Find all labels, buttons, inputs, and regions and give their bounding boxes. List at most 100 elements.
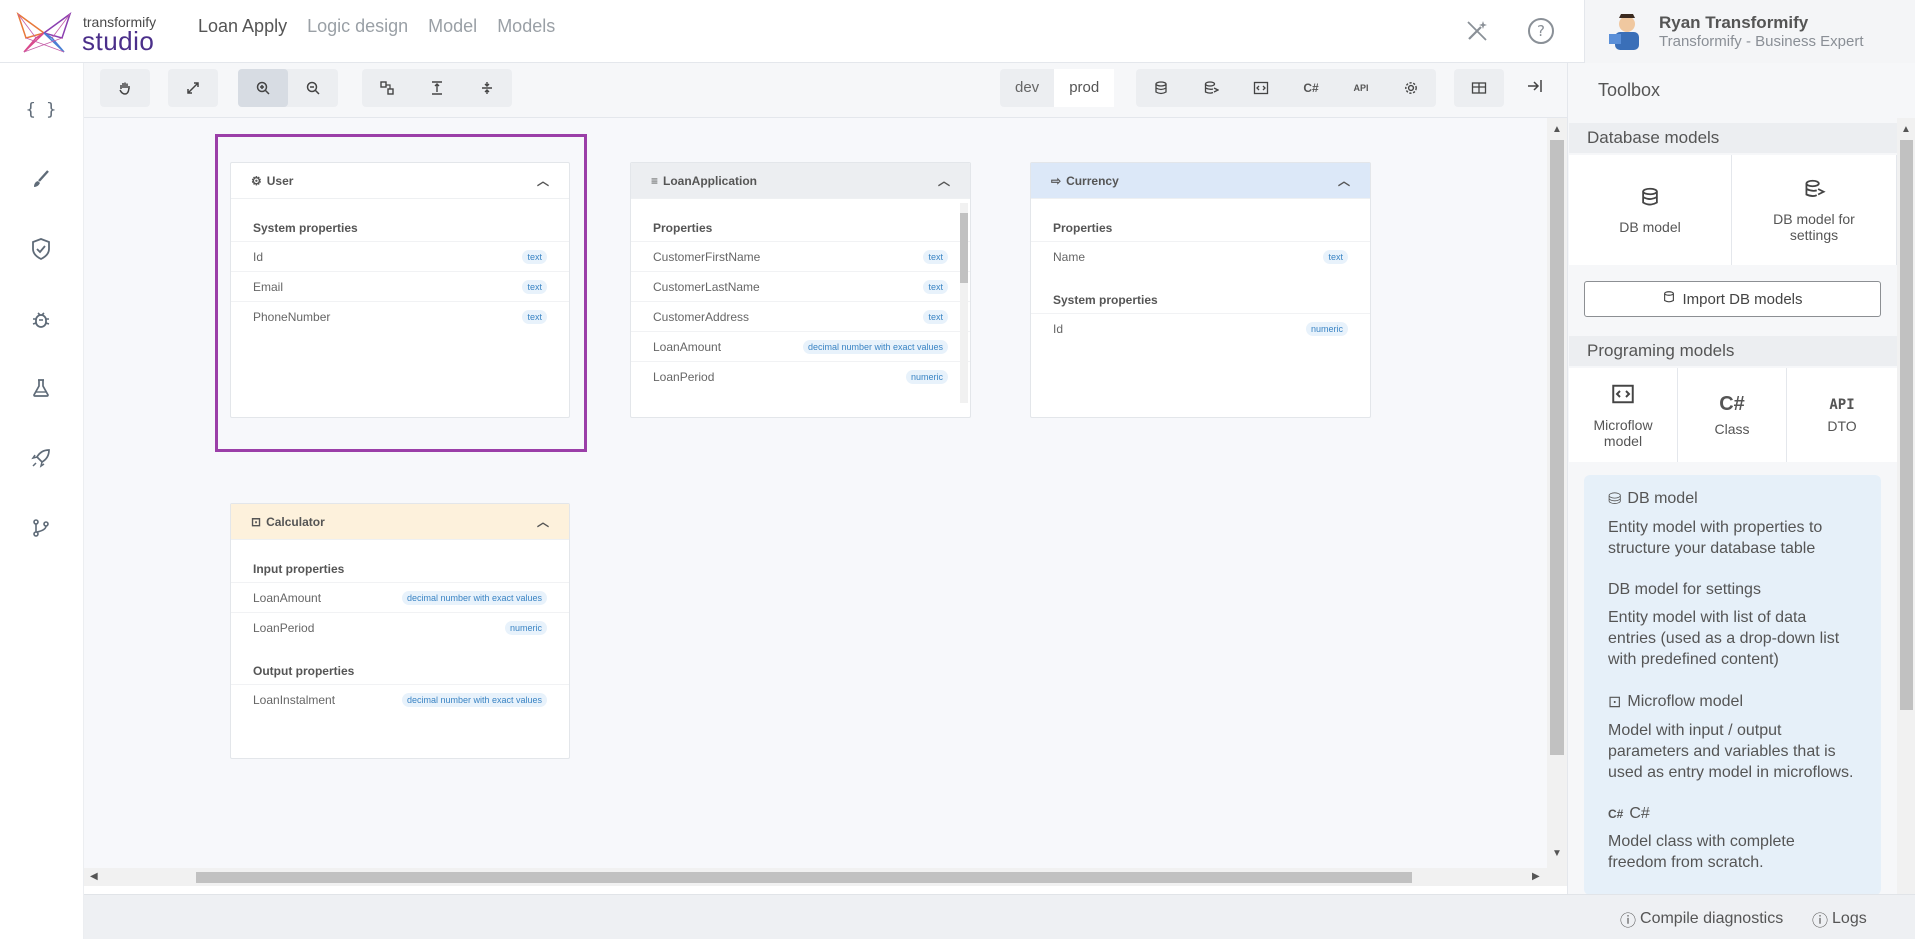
chevron-up-icon[interactable]: ︿: [938, 172, 950, 189]
section-database-models: Database models: [1569, 123, 1897, 153]
property-row[interactable]: LoanAmount decimal number with exact valu…: [631, 331, 970, 361]
env-dev[interactable]: dev: [1000, 69, 1054, 107]
property-row[interactable]: Name text: [1031, 241, 1370, 271]
logs-link[interactable]: ⓘ Logs: [1812, 907, 1867, 931]
table-icon[interactable]: [1454, 69, 1504, 107]
csharp-icon: C#: [1608, 807, 1624, 821]
card-header: ≡ LoanApplication ︿: [631, 163, 970, 199]
info-heading: DB model for settings: [1608, 581, 1761, 598]
scrollbar-thumb[interactable]: [1900, 140, 1913, 710]
expand-diagonal-icon[interactable]: [168, 69, 218, 107]
align-top-icon[interactable]: [412, 69, 462, 107]
property-row[interactable]: CustomerLastName text: [631, 271, 970, 301]
property-row[interactable]: CustomerAddress text: [631, 301, 970, 331]
chevron-up-icon[interactable]: ︿: [1338, 172, 1350, 189]
info-icon: ⓘ: [1812, 913, 1829, 930]
tile-class[interactable]: C# Class: [1678, 368, 1787, 462]
scroll-down-icon[interactable]: ▼: [1552, 848, 1562, 859]
shield-check-icon[interactable]: [25, 233, 57, 265]
info-heading: ⛁ DB model: [1608, 490, 1698, 508]
braces-icon[interactable]: { }: [25, 94, 57, 126]
scroll-left-icon[interactable]: ◀: [90, 871, 98, 882]
brush-icon[interactable]: [25, 163, 57, 195]
top-bar: transformify studio Loan Apply Logic des…: [0, 0, 1915, 63]
scroll-right-icon[interactable]: ▶: [1532, 871, 1540, 882]
nav-logic-design[interactable]: Logic design: [307, 16, 408, 37]
nav-model[interactable]: Model: [428, 16, 477, 37]
toolbox-info-panel: ⛁ DB model Entity model with properties t…: [1584, 475, 1881, 895]
nav-loan-apply[interactable]: Loan Apply: [198, 16, 287, 37]
scroll-up-icon[interactable]: ▲: [1552, 124, 1562, 135]
compile-diagnostics-link[interactable]: ⓘ Compile diagnostics: [1620, 907, 1783, 931]
section-programming-models: Programing models: [1569, 336, 1897, 366]
status-footer: ⓘ Compile diagnostics ⓘ Logs: [84, 894, 1915, 939]
csharp-icon[interactable]: C#: [1286, 69, 1336, 107]
flask-icon[interactable]: [25, 372, 57, 404]
microflow-icon: ⊡: [251, 514, 262, 529]
pan-group: [100, 69, 150, 107]
gear-icon[interactable]: [1386, 69, 1436, 107]
microflow-icon: [1610, 382, 1636, 412]
zoom-out-icon[interactable]: [288, 69, 338, 107]
rocket-icon[interactable]: [25, 442, 57, 474]
align-middle-icon[interactable]: [462, 69, 512, 107]
model-card-calculator[interactable]: ⊡ Calculator ︿ Input properties LoanAmoun…: [230, 503, 570, 759]
api-icon[interactable]: API: [1336, 69, 1386, 107]
bug-icon[interactable]: [25, 303, 57, 335]
scrollbar-thumb[interactable]: [196, 872, 1412, 883]
butterfly-logo-icon: [16, 12, 72, 53]
import-db-models-button[interactable]: Import DB models: [1584, 281, 1881, 317]
user-profile[interactable]: Ryan Transformify Transformify - Busines…: [1584, 0, 1915, 63]
fit-group: [168, 69, 218, 107]
magic-wand-off-icon[interactable]: [1460, 14, 1494, 48]
environment-switch: dev prod: [1000, 69, 1115, 107]
avatar: [1609, 14, 1639, 50]
nav-models[interactable]: Models: [497, 16, 555, 37]
api-icon: API: [1829, 396, 1855, 413]
database-settings-icon: ⇨: [1051, 173, 1062, 188]
zoom-group: [238, 69, 338, 107]
info-icon: ⓘ: [1620, 913, 1637, 930]
database-icon: [1639, 186, 1661, 214]
toolbox-title: Toolbox: [1598, 80, 1661, 100]
section-title: Properties: [1053, 221, 1113, 235]
pan-hand-icon[interactable]: [100, 69, 150, 107]
user-name: Ryan Transformify: [1659, 13, 1809, 32]
layout-group: [362, 69, 512, 107]
scroll-up-icon[interactable]: ▲: [1901, 124, 1911, 135]
database-icon: ⛁: [1608, 491, 1622, 508]
model-card-loanapplication[interactable]: ≡ LoanApplication ︿ Properties CustomerFi…: [630, 162, 971, 418]
microflow-icon[interactable]: [1236, 69, 1286, 107]
tile-microflow-model[interactable]: Microflow model: [1569, 368, 1678, 462]
csharp-icon: C#: [1719, 393, 1745, 415]
property-row[interactable]: CustomerFirstName text: [631, 241, 970, 271]
microflow-icon: ⊡: [1608, 694, 1622, 711]
property-row[interactable]: LoanAmount decimal number with exact valu…: [231, 582, 569, 612]
zoom-in-icon[interactable]: [238, 69, 288, 107]
table-group: [1454, 69, 1504, 107]
database-icon[interactable]: [1136, 69, 1186, 107]
git-branch-icon[interactable]: [25, 512, 57, 544]
model-card-currency[interactable]: ⇨ Currency ︿ Properties Name text System p…: [1030, 162, 1371, 418]
arrange-icon[interactable]: [362, 69, 412, 107]
help-icon[interactable]: ?: [1524, 14, 1558, 48]
tile-dto[interactable]: API DTO: [1787, 368, 1897, 462]
collapse-toolbox-icon[interactable]: [1527, 78, 1543, 99]
card-header: ⇨ Currency ︿: [1031, 163, 1370, 199]
property-row[interactable]: Id numeric: [1031, 313, 1370, 343]
card-scrollbar[interactable]: [960, 203, 968, 403]
info-text: Model class with complete freedom from s…: [1608, 833, 1795, 871]
tile-db-model-settings[interactable]: DB model for settings: [1732, 155, 1897, 265]
card-header: ⊡ Calculator ︿: [231, 504, 569, 540]
left-sidebar: { }: [0, 63, 84, 939]
env-prod[interactable]: prod: [1054, 69, 1115, 107]
scrollbar-thumb[interactable]: [1550, 140, 1564, 755]
property-row[interactable]: LoanInstalment decimal number with exact …: [231, 684, 569, 714]
info-text: Model with input / output parameters and…: [1608, 722, 1854, 781]
database-settings-icon[interactable]: [1186, 69, 1236, 107]
property-row[interactable]: LoanPeriod numeric: [631, 361, 970, 391]
property-row[interactable]: LoanPeriod numeric: [231, 612, 569, 642]
info-heading: C# C#: [1608, 805, 1650, 822]
chevron-up-icon[interactable]: ︿: [537, 513, 549, 530]
tile-db-model[interactable]: DB model: [1569, 155, 1732, 265]
